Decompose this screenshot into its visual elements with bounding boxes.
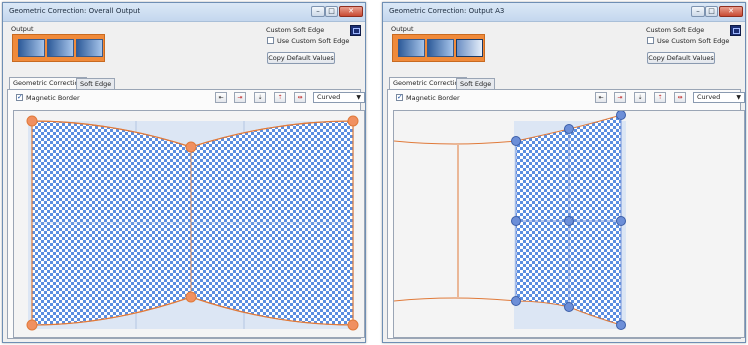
grid-handle[interactable] [564, 216, 574, 226]
align-left-bottom-icon[interactable]: ⇣ [254, 92, 266, 103]
chevron-down-icon: ▼ [356, 94, 361, 101]
output-slot-2[interactable] [47, 39, 74, 57]
mode-dropdown-value: Curved [317, 93, 341, 101]
align-right-top-icon[interactable]: ⇥ [614, 92, 626, 103]
align-right-bottom-icon[interactable]: ⇡ [274, 92, 286, 103]
copy-default-values-button[interactable]: Copy Default Values [647, 52, 715, 64]
chevron-down-icon: ▼ [736, 94, 741, 101]
correction-canvas[interactable] [393, 110, 745, 338]
output-selector [392, 34, 485, 62]
correction-canvas[interactable] [13, 110, 365, 338]
output-label: Output [11, 25, 34, 33]
tab-soft-edge[interactable]: Soft Edge [76, 78, 116, 89]
warp-grid [26, 115, 359, 331]
title-bar[interactable]: Geometric Correction: Overall Output – □… [3, 3, 365, 22]
grid-handle[interactable] [564, 124, 574, 134]
curve-handle-top[interactable] [185, 141, 197, 153]
align-center-icon[interactable]: ⇹ [674, 92, 686, 103]
window-title: Geometric Correction: Overall Output [9, 7, 141, 15]
magnetic-border-checkbox[interactable] [396, 93, 403, 101]
output-slot-1[interactable] [18, 39, 45, 57]
align-left-top-icon[interactable]: ⇤ [215, 92, 227, 103]
minimize-button[interactable]: – [691, 6, 705, 17]
minimize-button[interactable]: – [311, 6, 325, 17]
window-title: Geometric Correction: Output A3 [389, 7, 505, 15]
align-left-bottom-icon[interactable]: ⇣ [634, 92, 646, 103]
corner-handle-bottom-right[interactable] [347, 319, 359, 331]
mode-dropdown[interactable]: Curved ▼ [693, 92, 745, 103]
maximize-button[interactable]: □ [325, 6, 338, 17]
grid-handle[interactable] [616, 216, 626, 226]
output-slot-3-selected[interactable] [456, 39, 483, 57]
align-right-top-icon[interactable]: ⇥ [234, 92, 246, 103]
window-overall-output: Geometric Correction: Overall Output – □… [2, 2, 366, 343]
grid-handle[interactable] [616, 320, 626, 330]
align-right-bottom-icon[interactable]: ⇡ [654, 92, 666, 103]
use-custom-soft-edge-checkbox[interactable] [647, 37, 654, 44]
title-bar[interactable]: Geometric Correction: Output A3 – □ ✕ [383, 3, 745, 22]
custom-soft-edge-label: Custom Soft Edge [646, 26, 705, 34]
corner-handle-bottom-left[interactable] [26, 319, 38, 331]
corner-handle-top-right[interactable] [347, 115, 359, 127]
output-slot-3[interactable] [76, 39, 103, 57]
grid-handle[interactable] [511, 136, 521, 146]
output-label: Output [391, 25, 414, 33]
tab-soft-edge[interactable]: Soft Edge [456, 78, 496, 89]
grid-handle[interactable] [564, 302, 574, 312]
use-custom-soft-edge-label: Use Custom Soft Edge [657, 37, 730, 45]
magnetic-border-label: Magnetic Border [26, 94, 80, 102]
output-slot-2[interactable] [427, 39, 454, 57]
grid-handle[interactable] [511, 216, 521, 226]
warp-grid [394, 111, 626, 330]
mode-dropdown-value: Curved [697, 93, 721, 101]
align-center-icon[interactable]: ⇹ [294, 92, 306, 103]
use-custom-soft-edge-checkbox[interactable] [267, 37, 274, 44]
monitor-icon[interactable] [730, 25, 741, 36]
custom-soft-edge-label: Custom Soft Edge [266, 26, 325, 34]
grid-handle[interactable] [616, 111, 626, 120]
output-selector [12, 34, 105, 62]
align-left-top-icon[interactable]: ⇤ [595, 92, 607, 103]
monitor-icon[interactable] [350, 25, 361, 36]
use-custom-soft-edge-label: Use Custom Soft Edge [277, 37, 350, 45]
copy-default-values-button[interactable]: Copy Default Values [267, 52, 335, 64]
close-button[interactable]: ✕ [719, 6, 743, 17]
window-output-a3: Geometric Correction: Output A3 – □ ✕ Ou… [382, 2, 746, 343]
grid-handle[interactable] [511, 296, 521, 306]
curve-handle-bottom[interactable] [185, 291, 197, 303]
output-slot-1[interactable] [398, 39, 425, 57]
corner-handle-top-left[interactable] [26, 115, 38, 127]
magnetic-border-checkbox[interactable] [16, 93, 23, 101]
close-button[interactable]: ✕ [339, 6, 363, 17]
maximize-button[interactable]: □ [705, 6, 718, 17]
mode-dropdown[interactable]: Curved ▼ [313, 92, 365, 103]
magnetic-border-label: Magnetic Border [406, 94, 460, 102]
